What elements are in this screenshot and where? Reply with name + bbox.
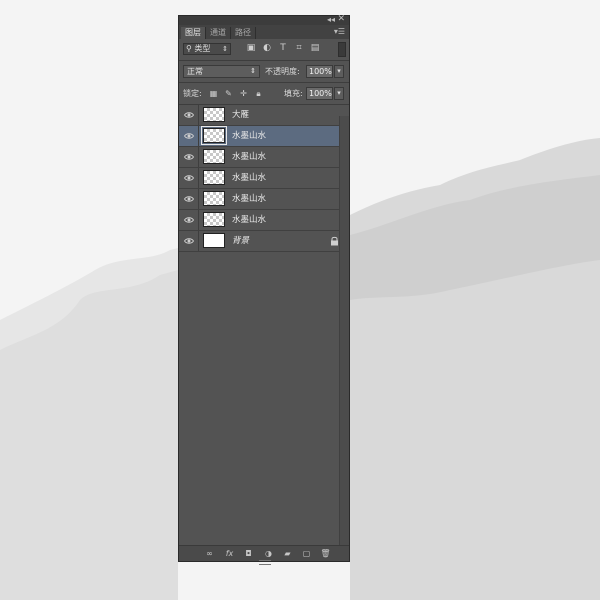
filter-toggle-switch[interactable]: [338, 42, 346, 57]
folder-icon[interactable]: ▰: [282, 548, 293, 559]
trash-icon[interactable]: 🗑︎: [320, 548, 331, 559]
layer-row[interactable]: 水墨山水: [179, 147, 349, 168]
divider: [198, 231, 199, 251]
layer-name[interactable]: 水墨山水: [232, 168, 266, 188]
layer-name[interactable]: 大雁: [232, 105, 249, 125]
opacity-label: 不透明度:: [265, 67, 300, 76]
divider: [198, 147, 199, 167]
tab-channels[interactable]: 通道: [206, 27, 231, 39]
layer-thumbnail: [201, 126, 227, 145]
panel-header-strip: ◂◂ ✕: [179, 14, 349, 25]
close-icon[interactable]: ✕: [337, 14, 345, 24]
link-icon[interactable]: ∞: [204, 548, 215, 559]
lock-transparent-icon[interactable]: ▦: [209, 87, 218, 100]
eye-icon[interactable]: [184, 194, 194, 204]
search-icon: ⚲: [186, 44, 192, 53]
fill-dropdown-icon[interactable]: ▾: [334, 87, 344, 100]
filter-row: ⚲ 类型 ⇕ ▣ ◐ T ⌗ ▤: [179, 39, 349, 60]
opacity-input[interactable]: 100%: [306, 65, 333, 78]
chevron-updown-icon: ⇕: [222, 45, 228, 53]
panel-tabs: 图层 通道 路径 ▾☰: [179, 25, 349, 39]
adjustment-filter-icon[interactable]: ◐: [262, 43, 272, 54]
layer-thumbnail: [203, 191, 225, 206]
shape-filter-icon[interactable]: ⌗: [294, 43, 304, 54]
layer-name[interactable]: 水墨山水: [232, 189, 266, 209]
lock-all-icon[interactable]: 🔒︎: [254, 87, 263, 100]
divider: [198, 168, 199, 188]
layer-row-background[interactable]: 背景: [179, 231, 349, 252]
eye-icon[interactable]: [184, 131, 194, 141]
new-layer-icon[interactable]: ▢: [301, 548, 312, 559]
mask-icon[interactable]: ◘: [243, 548, 254, 559]
fill-label: 填充:: [284, 89, 303, 98]
layer-name[interactable]: 水墨山水: [232, 147, 266, 167]
scrollbar[interactable]: [339, 116, 349, 546]
filter-kind-label: 类型: [194, 44, 211, 53]
collapse-icon[interactable]: ◂◂: [327, 15, 335, 24]
opacity-dropdown-icon[interactable]: ▾: [334, 65, 344, 78]
divider: [198, 105, 199, 125]
lock-row: 锁定: ▦ ✎ ✛ 🔒︎ 填充: 100% ▾: [179, 83, 349, 104]
eye-icon[interactable]: [184, 215, 194, 225]
panel-menu-icon[interactable]: ▾☰: [334, 27, 345, 36]
layer-row[interactable]: 水墨山水: [179, 189, 349, 210]
image-filter-icon[interactable]: ▣: [246, 43, 256, 54]
resize-grip[interactable]: [259, 560, 271, 565]
lock-position-icon[interactable]: ✛: [239, 87, 248, 100]
smart-object-filter-icon[interactable]: ▤: [310, 43, 320, 54]
type-filter-icon[interactable]: T: [278, 43, 288, 54]
layers-panel: ◂◂ ✕ 图层 通道 路径 ▾☰ ⚲ 类型 ⇕ ▣ ◐ T ⌗ ▤ 正常 ⇕ 不…: [178, 14, 350, 565]
divider: [198, 126, 199, 146]
layer-name[interactable]: 水墨山水: [232, 126, 266, 146]
divider: [198, 189, 199, 209]
layer-name[interactable]: 背景: [232, 231, 249, 251]
eye-icon[interactable]: [184, 236, 194, 246]
layer-row[interactable]: 水墨山水: [179, 168, 349, 189]
layer-thumbnail: [203, 149, 225, 164]
layer-list-empty-area: [179, 253, 349, 546]
chevron-updown-icon: ⇕: [250, 67, 256, 75]
lock-label: 锁定:: [183, 89, 202, 98]
fill-input[interactable]: 100%: [306, 87, 333, 100]
layer-thumbnail: [203, 233, 225, 248]
tab-paths[interactable]: 路径: [231, 27, 256, 39]
filter-kind-select[interactable]: ⚲ 类型 ⇕: [183, 43, 231, 55]
layer-name[interactable]: 水墨山水: [232, 210, 266, 230]
panel-bottom-toolbar: ∞ fx ◘ ◑ ▰ ▢ 🗑︎: [179, 545, 349, 565]
lock-image-brush-icon[interactable]: ✎: [224, 87, 233, 100]
layer-thumbnail: [203, 107, 225, 122]
layer-thumbnail: [203, 212, 225, 227]
fx-icon[interactable]: fx: [224, 548, 235, 559]
layer-thumbnail: [203, 170, 225, 185]
adjustment-icon[interactable]: ◑: [263, 548, 274, 559]
lock-icon[interactable]: [330, 236, 339, 246]
layer-row[interactable]: 大雁: [179, 105, 349, 126]
eye-icon[interactable]: [184, 173, 194, 183]
tab-layers[interactable]: 图层: [181, 27, 206, 39]
blend-mode-value: 正常: [187, 67, 203, 76]
layer-list: 大雁 水墨山水 水墨山水 水墨山水 水墨山水 水墨山水 背景: [179, 105, 349, 252]
layer-row[interactable]: 水墨山水: [179, 210, 349, 231]
blend-row: 正常 ⇕ 不透明度: 100% ▾: [179, 61, 349, 82]
blend-mode-select[interactable]: 正常 ⇕: [183, 65, 260, 78]
divider: [198, 210, 199, 230]
layer-row[interactable]: 水墨山水: [179, 126, 349, 147]
eye-icon[interactable]: [184, 110, 194, 120]
eye-icon[interactable]: [184, 152, 194, 162]
